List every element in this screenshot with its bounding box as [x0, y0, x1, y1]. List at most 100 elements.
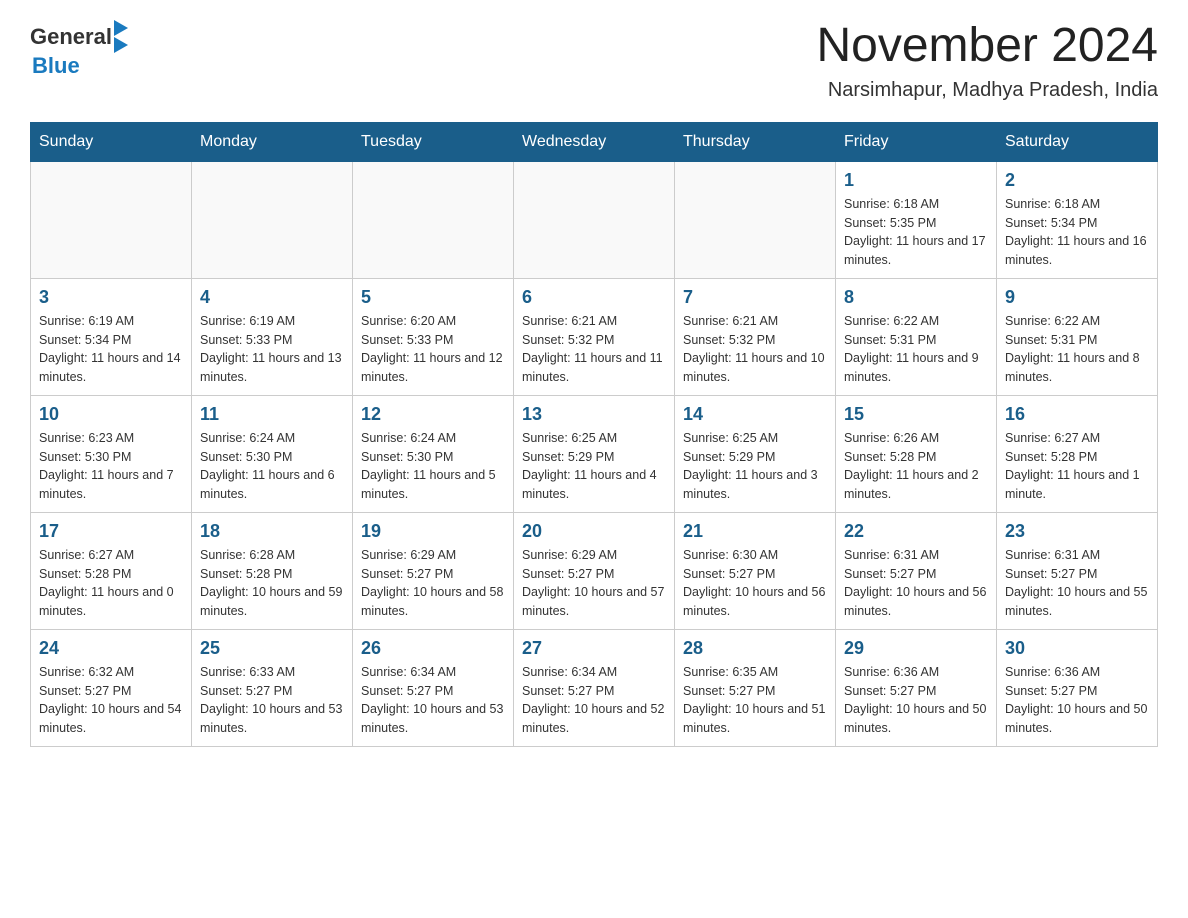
logo: General Blue — [30, 20, 128, 79]
day-number: 6 — [522, 287, 666, 308]
day-info: Sunrise: 6:32 AMSunset: 5:27 PMDaylight:… — [39, 663, 183, 738]
day-info: Sunrise: 6:24 AMSunset: 5:30 PMDaylight:… — [200, 429, 344, 504]
calendar-title: November 2024 — [816, 20, 1158, 73]
logo-blue-text: Blue — [32, 53, 80, 79]
day-cell: 9 Sunrise: 6:22 AMSunset: 5:31 PMDaylight… — [997, 278, 1158, 395]
week-row-4: 17 Sunrise: 6:27 AMSunset: 5:28 PMDayligh… — [31, 512, 1158, 629]
day-number: 27 — [522, 638, 666, 659]
day-number: 20 — [522, 521, 666, 542]
day-cell: 17 Sunrise: 6:27 AMSunset: 5:28 PMDayligh… — [31, 512, 192, 629]
day-info: Sunrise: 6:19 AMSunset: 5:33 PMDaylight:… — [200, 312, 344, 387]
day-number: 10 — [39, 404, 183, 425]
day-cell: 12Sunrise: 6:24 AMSunset: 5:30 PMDayligh… — [353, 395, 514, 512]
week-row-5: 24 Sunrise: 6:32 AMSunset: 5:27 PMDayligh… — [31, 629, 1158, 746]
day-info: Sunrise: 6:29 AMSunset: 5:27 PMDaylight:… — [361, 546, 505, 621]
day-number: 28 — [683, 638, 827, 659]
day-cell: 16 Sunrise: 6:27 AMSunset: 5:28 PMDayligh… — [997, 395, 1158, 512]
day-cell: 28 Sunrise: 6:35 AMSunset: 5:27 PMDayligh… — [675, 629, 836, 746]
day-cell — [675, 161, 836, 278]
day-number: 17 — [39, 521, 183, 542]
day-cell: 22Sunrise: 6:31 AMSunset: 5:27 PMDayligh… — [836, 512, 997, 629]
day-number: 8 — [844, 287, 988, 308]
day-cell: 24 Sunrise: 6:32 AMSunset: 5:27 PMDayligh… — [31, 629, 192, 746]
header-day-saturday: Saturday — [997, 122, 1158, 161]
day-number: 19 — [361, 521, 505, 542]
header-day-sunday: Sunday — [31, 122, 192, 161]
day-number: 24 — [39, 638, 183, 659]
day-cell: 2Sunrise: 6:18 AMSunset: 5:34 PMDaylight… — [997, 161, 1158, 278]
day-cell: 11 Sunrise: 6:24 AMSunset: 5:30 PMDayligh… — [192, 395, 353, 512]
day-cell: 7 Sunrise: 6:21 AMSunset: 5:32 PMDaylight… — [675, 278, 836, 395]
day-number: 1 — [844, 170, 988, 191]
day-cell: 8 Sunrise: 6:22 AMSunset: 5:31 PMDaylight… — [836, 278, 997, 395]
day-info: Sunrise: 6:35 AMSunset: 5:27 PMDaylight:… — [683, 663, 827, 738]
day-info: Sunrise: 6:19 AMSunset: 5:34 PMDaylight:… — [39, 312, 183, 387]
day-cell: 1 Sunrise: 6:18 AMSunset: 5:35 PMDaylight… — [836, 161, 997, 278]
day-cell: 6 Sunrise: 6:21 AMSunset: 5:32 PMDaylight… — [514, 278, 675, 395]
day-number: 26 — [361, 638, 505, 659]
day-number: 7 — [683, 287, 827, 308]
day-info: Sunrise: 6:22 AMSunset: 5:31 PMDaylight:… — [844, 312, 988, 387]
day-info: Sunrise: 6:18 AMSunset: 5:35 PMDaylight:… — [844, 195, 988, 270]
logo-general-text: General — [30, 24, 112, 50]
day-number: 9 — [1005, 287, 1149, 308]
header-day-thursday: Thursday — [675, 122, 836, 161]
day-cell: 19 Sunrise: 6:29 AMSunset: 5:27 PMDayligh… — [353, 512, 514, 629]
title-block: November 2024 Narsimhapur, Madhya Prades… — [816, 20, 1158, 102]
day-number: 13 — [522, 404, 666, 425]
day-cell: 5 Sunrise: 6:20 AMSunset: 5:33 PMDaylight… — [353, 278, 514, 395]
day-info: Sunrise: 6:21 AMSunset: 5:32 PMDaylight:… — [522, 312, 666, 387]
day-info: Sunrise: 6:27 AMSunset: 5:28 PMDaylight:… — [39, 546, 183, 621]
header-row: SundayMondayTuesdayWednesdayThursdayFrid… — [31, 122, 1158, 161]
calendar-subtitle: Narsimhapur, Madhya Pradesh, India — [816, 79, 1158, 102]
day-info: Sunrise: 6:29 AMSunset: 5:27 PMDaylight:… — [522, 546, 666, 621]
header-day-monday: Monday — [192, 122, 353, 161]
header-day-friday: Friday — [836, 122, 997, 161]
day-info: Sunrise: 6:31 AMSunset: 5:27 PMDaylight:… — [1005, 546, 1149, 621]
day-cell: 18Sunrise: 6:28 AMSunset: 5:28 PMDayligh… — [192, 512, 353, 629]
day-cell: 23 Sunrise: 6:31 AMSunset: 5:27 PMDayligh… — [997, 512, 1158, 629]
day-info: Sunrise: 6:22 AMSunset: 5:31 PMDaylight:… — [1005, 312, 1149, 387]
day-cell: 30Sunrise: 6:36 AMSunset: 5:27 PMDayligh… — [997, 629, 1158, 746]
day-cell: 10 Sunrise: 6:23 AMSunset: 5:30 PMDayligh… — [31, 395, 192, 512]
day-number: 11 — [200, 404, 344, 425]
day-info: Sunrise: 6:36 AMSunset: 5:27 PMDaylight:… — [844, 663, 988, 738]
day-number: 5 — [361, 287, 505, 308]
header-day-wednesday: Wednesday — [514, 122, 675, 161]
day-info: Sunrise: 6:34 AMSunset: 5:27 PMDaylight:… — [361, 663, 505, 738]
calendar-table: SundayMondayTuesdayWednesdayThursdayFrid… — [30, 122, 1158, 747]
day-number: 14 — [683, 404, 827, 425]
day-cell: 29Sunrise: 6:36 AMSunset: 5:27 PMDayligh… — [836, 629, 997, 746]
day-cell — [31, 161, 192, 278]
day-cell — [353, 161, 514, 278]
day-cell: 14 Sunrise: 6:25 AMSunset: 5:29 PMDayligh… — [675, 395, 836, 512]
day-number: 22 — [844, 521, 988, 542]
day-info: Sunrise: 6:23 AMSunset: 5:30 PMDaylight:… — [39, 429, 183, 504]
day-number: 25 — [200, 638, 344, 659]
day-number: 23 — [1005, 521, 1149, 542]
day-cell: 15Sunrise: 6:26 AMSunset: 5:28 PMDayligh… — [836, 395, 997, 512]
day-number: 3 — [39, 287, 183, 308]
day-info: Sunrise: 6:27 AMSunset: 5:28 PMDaylight:… — [1005, 429, 1149, 504]
day-info: Sunrise: 6:33 AMSunset: 5:27 PMDaylight:… — [200, 663, 344, 738]
week-row-1: 1 Sunrise: 6:18 AMSunset: 5:35 PMDaylight… — [31, 161, 1158, 278]
day-cell: 25 Sunrise: 6:33 AMSunset: 5:27 PMDayligh… — [192, 629, 353, 746]
day-info: Sunrise: 6:25 AMSunset: 5:29 PMDaylight:… — [522, 429, 666, 504]
day-number: 15 — [844, 404, 988, 425]
day-number: 4 — [200, 287, 344, 308]
day-cell: 20 Sunrise: 6:29 AMSunset: 5:27 PMDayligh… — [514, 512, 675, 629]
day-info: Sunrise: 6:28 AMSunset: 5:28 PMDaylight:… — [200, 546, 344, 621]
day-cell: 27Sunrise: 6:34 AMSunset: 5:27 PMDayligh… — [514, 629, 675, 746]
day-info: Sunrise: 6:18 AMSunset: 5:34 PMDaylight:… — [1005, 195, 1149, 270]
week-row-2: 3 Sunrise: 6:19 AMSunset: 5:34 PMDaylight… — [31, 278, 1158, 395]
day-info: Sunrise: 6:21 AMSunset: 5:32 PMDaylight:… — [683, 312, 827, 387]
day-number: 21 — [683, 521, 827, 542]
day-info: Sunrise: 6:24 AMSunset: 5:30 PMDaylight:… — [361, 429, 505, 504]
day-info: Sunrise: 6:25 AMSunset: 5:29 PMDaylight:… — [683, 429, 827, 504]
day-cell: 26 Sunrise: 6:34 AMSunset: 5:27 PMDayligh… — [353, 629, 514, 746]
day-info: Sunrise: 6:30 AMSunset: 5:27 PMDaylight:… — [683, 546, 827, 621]
day-info: Sunrise: 6:20 AMSunset: 5:33 PMDaylight:… — [361, 312, 505, 387]
day-cell: 21 Sunrise: 6:30 AMSunset: 5:27 PMDayligh… — [675, 512, 836, 629]
day-cell: 13 Sunrise: 6:25 AMSunset: 5:29 PMDayligh… — [514, 395, 675, 512]
day-number: 16 — [1005, 404, 1149, 425]
